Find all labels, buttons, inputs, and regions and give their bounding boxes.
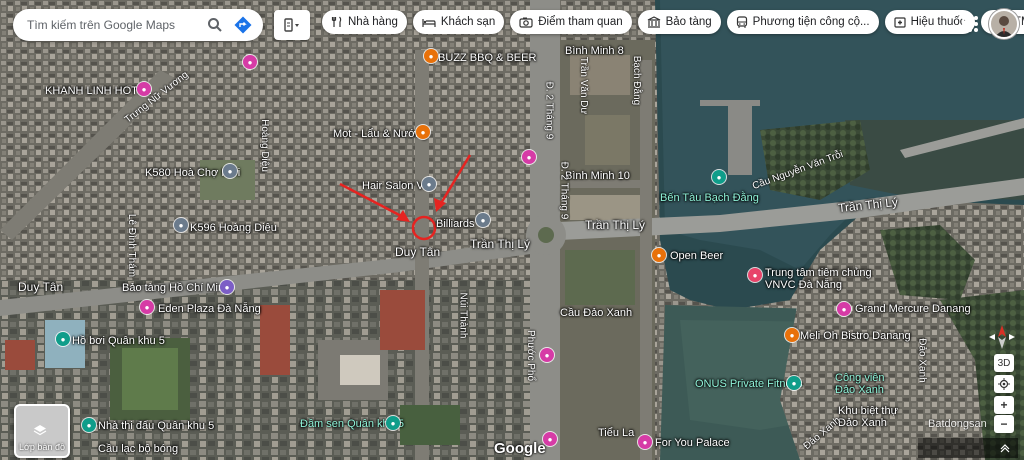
avatar[interactable] bbox=[989, 9, 1019, 39]
list-icon bbox=[284, 18, 299, 32]
place-pin-icon[interactable]: ● bbox=[787, 376, 801, 390]
place-pin-icon[interactable]: ● bbox=[223, 164, 237, 178]
my-location-button[interactable] bbox=[994, 375, 1014, 393]
place-label[interactable]: Công viên Đảo Xanh bbox=[835, 372, 905, 396]
road-label: Lê Đình Thám bbox=[126, 213, 138, 278]
bus-icon bbox=[736, 15, 747, 28]
hotel-pin-icon[interactable]: ● bbox=[540, 348, 554, 362]
place-label[interactable]: Bảo tàng Hồ Chí Minh bbox=[122, 282, 230, 294]
apps-grid-icon[interactable] bbox=[960, 14, 980, 34]
chip-label: Khách sạn bbox=[440, 16, 496, 28]
road-label: Phước Phổ bbox=[525, 329, 537, 382]
place-label[interactable]: Bến Tàu Bạch Đằng bbox=[660, 192, 759, 204]
chip-museums[interactable]: Bảo tàng bbox=[637, 10, 721, 34]
layers-label: Lớp bản đồ bbox=[19, 442, 65, 452]
place-label[interactable]: For You Palace bbox=[655, 437, 730, 449]
view-3d-button[interactable]: 3D bbox=[994, 354, 1014, 372]
road-label: Duy Tân bbox=[18, 280, 64, 294]
road-label: Tiểu La bbox=[598, 427, 635, 439]
road-label: Bạch Đằng bbox=[631, 55, 643, 106]
place-label[interactable]: BUZZ BBQ & BEER bbox=[438, 52, 536, 64]
place-label[interactable]: Bình Minh 10 bbox=[565, 170, 630, 182]
pharmacy-icon bbox=[893, 17, 906, 28]
chip-transit[interactable]: Phương tiện công cộ... bbox=[726, 10, 879, 34]
road-label: Hoàng Diệu bbox=[258, 119, 270, 172]
place-pin-icon[interactable]: ● bbox=[174, 218, 188, 232]
search-icon[interactable] bbox=[201, 11, 229, 39]
road-label: Trần Thị Lý bbox=[470, 237, 531, 251]
location-target-icon bbox=[998, 378, 1010, 390]
place-label[interactable]: Grand Mercure Danang bbox=[855, 303, 971, 315]
place-label[interactable]: Cầu lạc bộ bóng bbox=[98, 443, 178, 455]
hotel-pin-icon[interactable]: ● bbox=[522, 150, 536, 164]
place-label[interactable]: Meli Oh Bistro Danang bbox=[800, 330, 911, 342]
road-label: Đảo Xanh bbox=[916, 338, 928, 383]
chip-hotels[interactable]: Khách sạn bbox=[412, 10, 505, 34]
road-label: Cầu Đảo Xanh bbox=[560, 307, 633, 319]
search-box[interactable]: Tìm kiếm trên Google Maps bbox=[13, 9, 263, 41]
road-label: Đ. 2 Tháng 9 bbox=[558, 161, 570, 220]
museum-pin-icon[interactable]: ● bbox=[220, 280, 234, 294]
place-pin-icon[interactable]: ● bbox=[476, 213, 490, 227]
food-pin-icon[interactable]: ● bbox=[785, 328, 799, 342]
hotel-pin-icon[interactable]: ● bbox=[243, 55, 257, 69]
fork-knife-icon bbox=[331, 16, 342, 27]
zoom-in-button[interactable]: + bbox=[994, 396, 1014, 414]
expand-up-icon bbox=[1000, 444, 1010, 453]
road-label: Trần Văn Dư bbox=[578, 56, 590, 115]
road-label: Núi Thành bbox=[457, 292, 469, 339]
bottom-imagery-strip[interactable] bbox=[918, 438, 1018, 458]
place-label[interactable]: Nhà thi đấu Quân khu 5 bbox=[98, 420, 214, 432]
watermark: Batdongsan bbox=[928, 418, 987, 430]
place-label[interactable]: Hồ bơi Quân khu 5 bbox=[72, 335, 165, 347]
chip-label: Nhà hàng bbox=[348, 16, 398, 28]
place-label[interactable]: Billiards bbox=[436, 218, 475, 230]
place-pin-icon[interactable]: ● bbox=[82, 418, 96, 432]
category-chip-bar: Nhà hàng Khách sạn Điểm tham quan Bảo tà… bbox=[322, 10, 1024, 34]
place-label[interactable]: Hair Salon V2 bbox=[362, 180, 430, 192]
zoom-out-button[interactable]: − bbox=[994, 415, 1014, 433]
hotel-pin-icon[interactable]: ● bbox=[137, 82, 151, 96]
place-label[interactable]: K596 Hoàng Diệu bbox=[190, 222, 277, 234]
directions-icon[interactable] bbox=[229, 11, 257, 39]
place-label[interactable]: Mọt - Lẩu & Nướng bbox=[333, 128, 428, 140]
hotel-pin-icon[interactable]: ● bbox=[837, 302, 851, 316]
place-label[interactable]: KHANH LINH HOTEL bbox=[45, 85, 151, 97]
chip-restaurants[interactable]: Nhà hàng bbox=[322, 10, 407, 34]
google-logo: Google bbox=[494, 440, 546, 457]
health-pin-icon[interactable]: ● bbox=[748, 268, 762, 282]
place-label[interactable]: Bình Minh 8 bbox=[565, 45, 624, 57]
hotel-pin-icon[interactable]: ● bbox=[638, 435, 652, 449]
place-pin-icon[interactable]: ● bbox=[422, 177, 436, 191]
place-label[interactable]: Khu biệt thự Đảo Xanh bbox=[838, 405, 918, 429]
road-label: Duy Tân bbox=[395, 245, 441, 259]
food-pin-icon[interactable]: ● bbox=[652, 248, 666, 262]
camera-icon bbox=[519, 17, 533, 28]
compass-icon[interactable] bbox=[987, 325, 1017, 349]
place-label[interactable]: Trung tâm tiêm chủng VNVC Đà Nẵng bbox=[765, 267, 895, 291]
road-label: Trần Thị Lý bbox=[585, 218, 646, 232]
food-pin-icon[interactable]: ● bbox=[424, 49, 438, 63]
food-pin-icon[interactable]: ● bbox=[416, 125, 430, 139]
chip-attractions[interactable]: Điểm tham quan bbox=[510, 10, 632, 34]
chip-label: Bảo tàng bbox=[665, 16, 712, 28]
layers-button[interactable]: Lớp bản đồ bbox=[14, 404, 70, 458]
museum-icon bbox=[647, 16, 660, 28]
transit-pin-icon[interactable]: ● bbox=[712, 170, 726, 184]
saved-places-button[interactable] bbox=[274, 10, 310, 40]
chip-label: Hiệu thuốc bbox=[910, 16, 966, 28]
chip-label: Điểm tham quan bbox=[538, 16, 623, 28]
place-label[interactable]: Open Beer bbox=[670, 250, 723, 262]
search-input[interactable]: Tìm kiếm trên Google Maps bbox=[27, 18, 201, 32]
chip-label: Phương tiện công cộ... bbox=[752, 16, 870, 28]
layers-icon bbox=[33, 425, 47, 436]
park-pin-icon[interactable]: ● bbox=[386, 416, 400, 430]
hotel-pin-icon[interactable]: ● bbox=[140, 300, 154, 314]
place-label[interactable]: Eden Plaza Đà Nẵng bbox=[158, 303, 261, 315]
road-label: Đ. 2 Tháng 9 bbox=[543, 81, 555, 140]
bed-icon bbox=[422, 19, 436, 27]
place-pin-icon[interactable]: ● bbox=[56, 332, 70, 346]
